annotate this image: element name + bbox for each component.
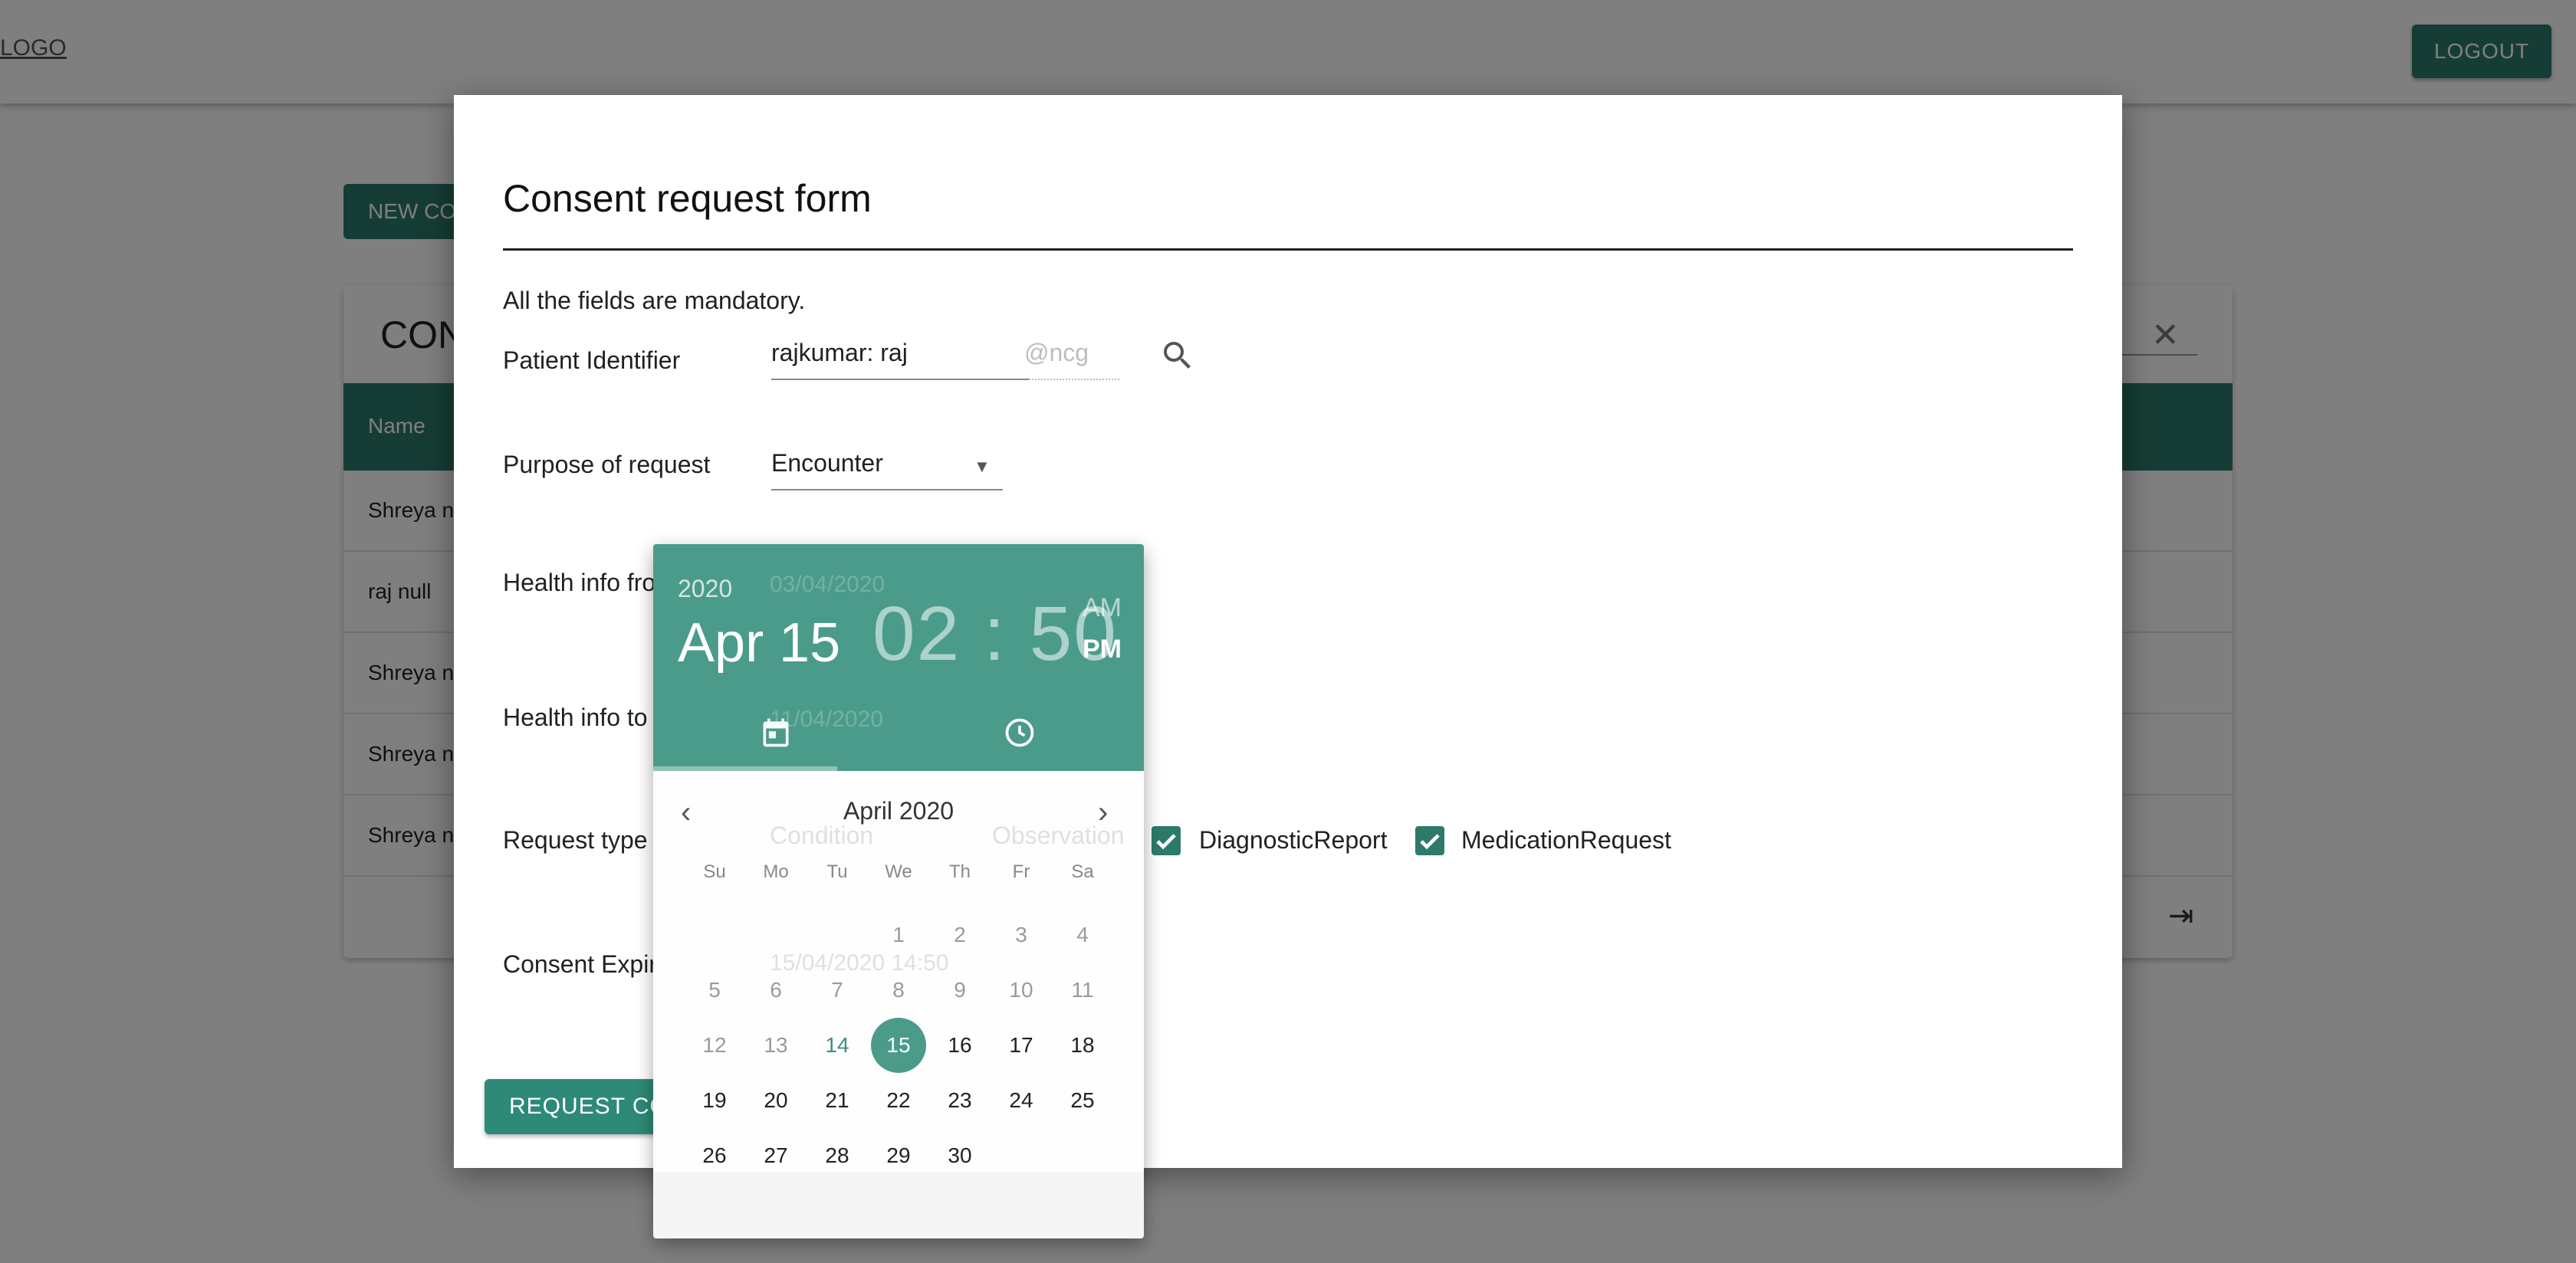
- observation-option-ghost: Observation: [992, 822, 1125, 849]
- picker-time[interactable]: 02 : 50: [872, 590, 1118, 678]
- calendar-day: 7: [831, 978, 843, 1002]
- purpose-label: Purpose of request: [503, 451, 711, 478]
- calendar-day[interactable]: 29: [871, 1128, 926, 1183]
- calendar-day: 8: [892, 978, 905, 1002]
- time-tab-clock-icon[interactable]: [1003, 716, 1037, 750]
- weekday-sa: Sa: [1071, 861, 1094, 882]
- search-icon[interactable]: [1159, 337, 1196, 374]
- purpose-underline: [771, 489, 1003, 490]
- patient-identifier-suffix: @ncg: [1024, 339, 1089, 366]
- calendar-day[interactable]: 19: [687, 1073, 742, 1128]
- suffix-underline: [1029, 379, 1119, 380]
- patient-identifier-input[interactable]: rajkumar: raj: [771, 339, 908, 367]
- chevron-down-icon[interactable]: ▼: [974, 457, 991, 477]
- weekday-mo: Mo: [763, 861, 789, 882]
- picker-date[interactable]: Apr 15: [678, 612, 840, 674]
- calendar-day[interactable]: 23: [932, 1073, 987, 1128]
- calendar-day: 1: [892, 923, 905, 946]
- calendar-day: 6: [770, 978, 782, 1002]
- title-divider: [503, 248, 2073, 251]
- calendar-day[interactable]: 26: [687, 1128, 742, 1183]
- weekday-th: Th: [948, 861, 971, 882]
- calendar-day: 4: [1076, 923, 1089, 946]
- calendar-day[interactable]: 21: [810, 1073, 865, 1128]
- calendar-day[interactable]: 16: [932, 1018, 987, 1073]
- mandatory-note: All the fields are mandatory.: [503, 287, 806, 314]
- patient-identifier-label: Patient Identifier: [503, 346, 681, 374]
- calendar-day[interactable]: 28: [810, 1128, 865, 1183]
- am-toggle[interactable]: AM: [1083, 593, 1122, 623]
- weekday-su: Su: [703, 861, 726, 882]
- calendar-day[interactable]: 27: [748, 1128, 803, 1183]
- health-to-label: Health info to: [503, 704, 648, 731]
- calendar-day[interactable]: 14: [810, 1018, 865, 1073]
- calendar-day: 2: [954, 923, 966, 946]
- diagnosticreport-label: DiagnosticReport: [1199, 826, 1388, 854]
- consent-expiry-label: Consent Expiry: [503, 950, 669, 978]
- calendar-day: 11: [1071, 978, 1094, 1002]
- picker-hour[interactable]: 02: [872, 591, 961, 677]
- weekday-tu: Tu: [826, 861, 848, 882]
- datetime-picker: 2020 Apr 15 02 : 50 AM PM 03/04/2020 11/…: [653, 544, 1144, 1238]
- picker-header: 2020 Apr 15 02 : 50 AM PM 03/04/2020 11/…: [653, 544, 1144, 771]
- condition-option-ghost: Condition: [770, 822, 874, 849]
- calendar-day[interactable]: 15: [871, 1018, 926, 1073]
- calendar-day: 5: [708, 978, 721, 1002]
- weekday-fr: Fr: [1012, 861, 1030, 882]
- calendar-day[interactable]: 20: [748, 1073, 803, 1128]
- diagnosticreport-checkbox[interactable]: [1152, 826, 1181, 855]
- calendar-day: 12: [702, 1033, 727, 1057]
- request-type-label: Request type: [503, 826, 648, 854]
- medicationrequest-label: MedicationRequest: [1461, 826, 1671, 854]
- health-from-input[interactable]: 03/04/2020: [770, 572, 885, 598]
- calendar-day: 13: [764, 1033, 788, 1057]
- calendar-day[interactable]: 24: [994, 1073, 1049, 1128]
- calendar-day[interactable]: 22: [871, 1073, 926, 1128]
- date-tab-calendar-icon[interactable]: [759, 716, 793, 750]
- medicationrequest-checkbox[interactable]: [1415, 826, 1444, 855]
- calendar-day: 3: [1015, 923, 1027, 946]
- calendar-day[interactable]: 17: [994, 1018, 1049, 1073]
- patient-identifier-underline: [771, 379, 1029, 380]
- health-from-label: Health info from: [503, 569, 676, 596]
- calendar-day: 9: [954, 978, 966, 1002]
- calendar-day: 10: [1009, 978, 1033, 1002]
- calendar-day[interactable]: 18: [1055, 1018, 1110, 1073]
- purpose-select[interactable]: Encounter: [771, 449, 883, 477]
- picker-year[interactable]: 2020: [678, 575, 732, 603]
- calendar-day[interactable]: 30: [932, 1128, 987, 1183]
- calendar-day[interactable]: 25: [1055, 1073, 1110, 1128]
- dialog-title: Consent request form: [503, 177, 872, 220]
- pm-toggle[interactable]: PM: [1083, 635, 1122, 664]
- weekday-we: We: [885, 861, 912, 882]
